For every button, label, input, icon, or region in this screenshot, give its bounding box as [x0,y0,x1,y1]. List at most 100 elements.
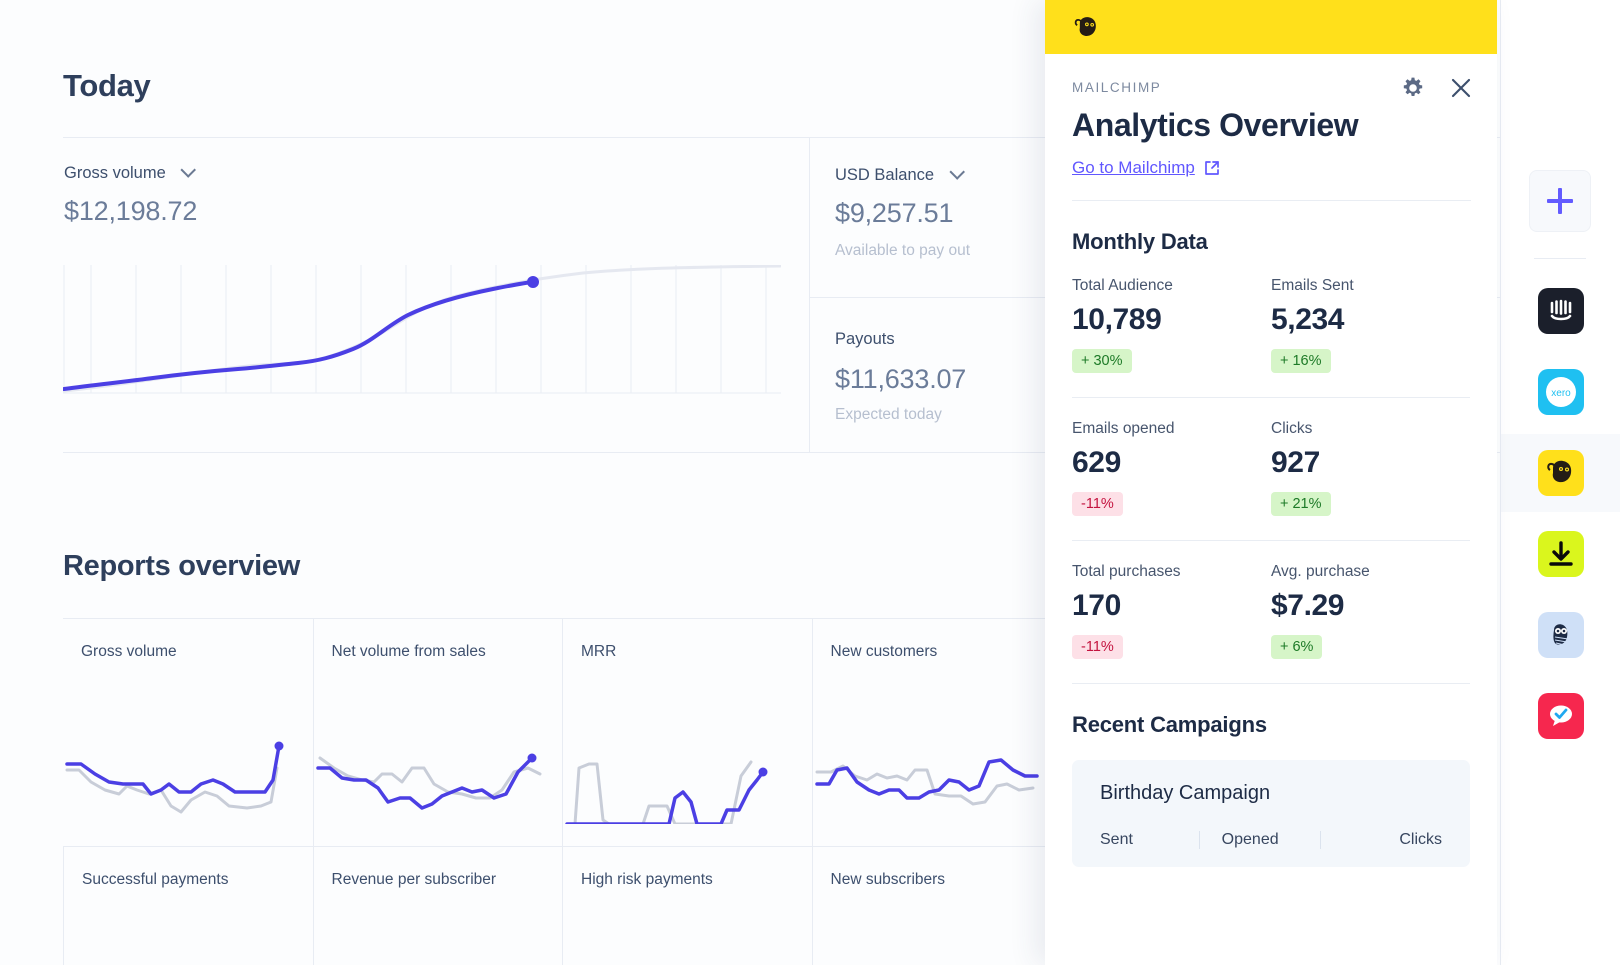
svg-text:xero: xero [1551,388,1571,399]
reports-title: Reports overview [63,550,300,582]
sparkline-gross-volume [65,741,284,814]
campaign-title: Birthday Campaign [1100,782,1271,804]
page-title: Today [63,68,151,103]
mailchimp-icon [1538,450,1584,496]
report-card-label: Gross volume [81,643,177,660]
metric-divider-1 [1072,397,1470,398]
metric-label: Clicks [1271,420,1313,437]
campaign-col-opened: Opened [1198,831,1321,849]
app-rail-item-xero[interactable]: xero [1501,353,1620,431]
gross-volume-selector[interactable]: Gross volume [64,162,197,183]
close-icon[interactable] [1449,76,1473,100]
recent-campaigns-title: Recent Campaigns [1072,712,1267,737]
report-card-mrr[interactable]: MRR [562,618,812,846]
divider-vertical [809,138,810,452]
app-rail-item-download[interactable] [1501,515,1620,593]
gross-volume-label: Gross volume [64,164,166,182]
panel-banner [1045,0,1497,54]
metric-divider-2 [1072,540,1470,541]
metric-label: Avg. purchase [1271,563,1370,580]
report-card-high-risk-payments[interactable]: High risk payments [562,846,812,965]
panel-header: MAILCHIMP Analytics Overview Go to Mailc… [1045,54,1497,201]
campaign-col-sent: Sent [1100,831,1133,848]
sparkline-new-customers [814,758,1039,806]
campaign-columns: Sent Opened Clicks [1100,831,1442,849]
panel-title: Analytics Overview [1072,107,1359,143]
check-bubble-icon [1538,693,1584,739]
metric-divider-3 [1072,683,1470,684]
report-card-successful-payments[interactable]: Successful payments [63,846,313,965]
usd-balance-sub: Available to pay out [835,242,971,259]
metric-value: 170 [1072,589,1121,622]
metric-row-1: Total Audience 10,789 + 30% Emails Sent … [1072,277,1470,373]
metric-value: 10,789 [1072,303,1162,336]
intercom-icon [1538,288,1584,334]
report-card-revenue-per-subscriber[interactable]: Revenue per subscriber [312,846,562,965]
report-card-label: Net volume from sales [331,643,486,660]
metric-emails-sent: Emails Sent 5,234 + 16% [1271,277,1470,373]
monthly-data-title: Monthly Data [1072,229,1208,254]
metric-total-purchases: Total purchases 170 -11% [1072,563,1271,659]
metric-badge: -11% [1072,492,1123,516]
sparkline-mrr [565,760,768,824]
gear-icon[interactable] [1401,76,1425,100]
app-rail-item-owl[interactable] [1501,596,1620,674]
mailchimp-panel: MAILCHIMP Analytics Overview Go to Mailc… [1045,0,1497,965]
payouts-value: $11,633.07 [835,364,967,394]
go-to-mailchimp-label: Go to Mailchimp [1072,158,1195,177]
report-card-new-subscribers[interactable]: New subscribers [811,846,1061,965]
usd-balance-selector[interactable]: USD Balance [835,164,965,185]
report-card-label: New subscribers [830,871,946,888]
metric-emails-opened: Emails opened 629 -11% [1072,420,1271,516]
add-app-button[interactable] [1529,170,1591,232]
app-rail-item-intercom[interactable] [1501,272,1620,350]
metric-value: 927 [1271,446,1320,479]
payouts-sub: Expected today [835,406,942,423]
owl-icon [1538,612,1584,658]
metric-badge: + 21% [1271,492,1331,516]
mailchimp-logo-icon [1074,17,1096,36]
report-card-label: Revenue per subscriber [331,871,497,888]
xero-icon: xero [1538,369,1584,415]
metric-avg-purchase: Avg. purchase $7.29 + 6% [1271,563,1470,659]
gross-volume-chart [63,265,781,394]
panel-header-divider [1072,200,1471,201]
metric-value: $7.29 [1271,589,1345,622]
metric-label: Total purchases [1072,563,1181,580]
gross-volume-value: $12,198.72 [64,196,198,226]
app-root: Today Gross volume $12,198.72 USD Balanc… [0,0,1620,965]
gross-volume-card: Gross volume $12,198.72 [63,138,809,452]
campaign-col-clicks: Clicks [1320,831,1442,849]
plus-icon [1547,188,1573,214]
chart-endpoint-dot [527,276,539,288]
report-card-label: MRR [581,643,617,660]
report-card-label: High risk payments [581,871,713,888]
metric-badge: + 16% [1271,349,1331,373]
usd-balance-value: $9,257.51 [835,198,954,228]
metric-total-audience: Total Audience 10,789 + 30% [1072,277,1271,373]
metric-label: Total Audience [1072,277,1173,294]
report-card-net-volume[interactable]: Net volume from sales [312,618,562,846]
metric-badge: -11% [1072,635,1123,659]
app-rail-item-check-bubble[interactable] [1501,677,1620,755]
metric-value: 5,234 [1271,303,1345,336]
external-link-icon [1204,161,1219,175]
report-card-label: Successful payments [82,871,229,888]
metric-label: Emails Sent [1271,277,1354,294]
sparkline-net-volume [315,753,541,810]
metric-badge: + 30% [1072,349,1132,373]
report-card-gross-volume[interactable]: Gross volume [63,618,313,846]
campaign-card[interactable]: Birthday Campaign Sent Opened Clicks [1072,760,1470,867]
panel-header-actions [1401,76,1473,100]
metric-clicks: Clicks 927 + 21% [1271,420,1470,516]
metric-label: Emails opened [1072,420,1175,437]
report-card-new-customers[interactable]: New customers [811,618,1061,846]
metric-badge: + 6% [1271,635,1323,659]
chevron-down-icon [948,164,965,181]
panel-body: Monthly Data Total Audience 10,789 + 30%… [1045,229,1497,867]
app-rail-item-mailchimp[interactable] [1501,434,1620,512]
payouts-label: Payouts [835,330,895,348]
chevron-down-icon [180,162,197,179]
go-to-mailchimp-link[interactable]: Go to Mailchimp [1072,158,1220,178]
metric-value: 629 [1072,446,1121,479]
